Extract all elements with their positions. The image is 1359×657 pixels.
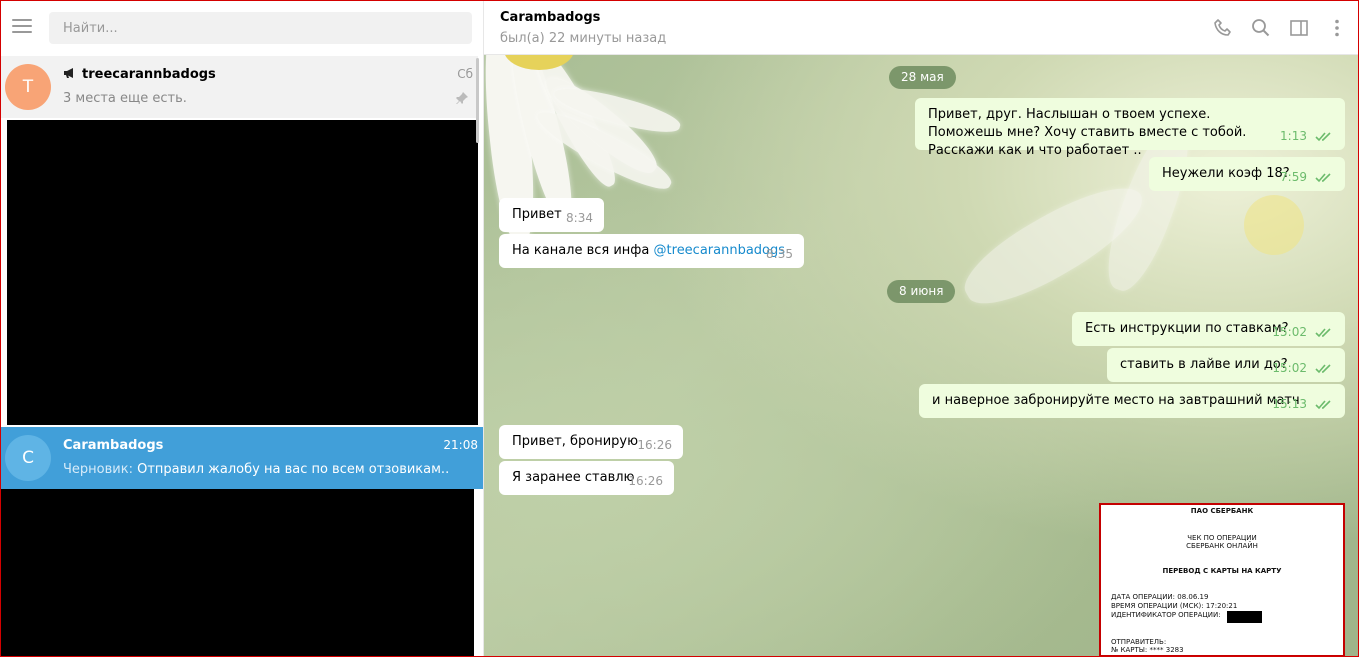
message-text: На канале вся инфа bbox=[512, 243, 650, 258]
redacted-area bbox=[7, 120, 478, 425]
redacted-area bbox=[0, 489, 474, 657]
avatar: T bbox=[5, 64, 51, 110]
chat-title[interactable]: Carambadogs bbox=[500, 10, 600, 25]
sidebar-scrollbar[interactable] bbox=[476, 58, 479, 143]
double-check-icon bbox=[1315, 400, 1331, 410]
message-time: 16:26 bbox=[628, 474, 663, 488]
chat-preview: Черновик: Отправил жалобу на вас по всем… bbox=[63, 462, 449, 477]
receipt-image[interactable]: ПАО СБЕРБАНК ЧЕК ПО ОПЕРАЦИИ СБЕРБАНК ОН… bbox=[1099, 503, 1345, 657]
message-bubble-out[interactable]: и наверное забронируйте место на завтраш… bbox=[919, 384, 1345, 418]
receipt-date: ДАТА ОПЕРАЦИИ: 08.06.19 bbox=[1111, 593, 1209, 601]
message-text: Привет, друг. Наслышан о твоем успехе. П… bbox=[928, 107, 1247, 158]
chat-panel: Carambadogs был(а) 22 минуты назад 28 ма… bbox=[484, 0, 1359, 657]
more-options-icon[interactable] bbox=[1327, 18, 1347, 38]
message-time: 8:34 bbox=[566, 211, 593, 225]
message-text: Неужели коэф 18? bbox=[1162, 166, 1290, 181]
phone-icon[interactable] bbox=[1213, 18, 1233, 38]
message-bubble-in[interactable]: Я заранее ставлю 16:26 bbox=[499, 461, 674, 495]
message-bubble-in[interactable]: На канале вся инфа @treecarannbadogs 8:3… bbox=[499, 234, 804, 268]
date-separator: 28 мая bbox=[889, 66, 956, 89]
double-check-icon bbox=[1315, 364, 1331, 374]
message-time: 1:13 bbox=[1280, 129, 1307, 143]
chat-header: Carambadogs был(а) 22 минуты назад bbox=[484, 0, 1359, 55]
message-time: 16:26 bbox=[637, 438, 672, 452]
chat-list-item-treecarannbadogs[interactable]: T treecarannbadogs Сб 3 места еще есть. bbox=[0, 56, 478, 118]
chat-time: Сб bbox=[457, 67, 473, 81]
sidebar: T treecarannbadogs Сб 3 места еще есть. … bbox=[0, 0, 484, 657]
receipt-id: ИДЕНТИФИКАТОР ОПЕРАЦИИ: bbox=[1111, 611, 1221, 619]
sidebar-toggle-icon[interactable] bbox=[1289, 18, 1309, 38]
sidebar-header bbox=[0, 0, 483, 56]
draft-text: Отправил жалобу на вас по всем отзовикам… bbox=[137, 462, 450, 477]
pin-icon bbox=[456, 92, 468, 104]
message-bubble-out[interactable]: ставить в лайве или до? 15:02 bbox=[1107, 348, 1345, 382]
message-time: 15:02 bbox=[1272, 361, 1307, 375]
message-text: Есть инструкции по ставкам? bbox=[1085, 321, 1289, 336]
message-bubble-in[interactable]: Привет 8:34 bbox=[499, 198, 604, 232]
megaphone-icon bbox=[64, 68, 73, 78]
message-bubble-out[interactable]: Привет, друг. Наслышан о твоем успехе. П… bbox=[915, 98, 1345, 158]
chat-list-item-carambadogs[interactable]: C Carambadogs 21:08 Черновик: Отправил ж… bbox=[0, 427, 483, 489]
double-check-icon bbox=[1315, 173, 1331, 183]
message-text: ставить в лайве или до? bbox=[1120, 357, 1288, 372]
chat-time: 21:08 bbox=[443, 438, 478, 452]
message-text: Я заранее ставлю bbox=[512, 470, 635, 485]
draft-label: Черновик: bbox=[63, 462, 133, 477]
double-check-icon bbox=[1315, 328, 1331, 338]
message-time: 15:02 bbox=[1272, 325, 1307, 339]
redacted-area bbox=[1227, 611, 1262, 623]
receipt-bank: ПАО СБЕРБАНК bbox=[1190, 507, 1254, 515]
chat-name: Carambadogs bbox=[63, 438, 164, 453]
chat-preview: 3 места еще есть. bbox=[63, 91, 187, 106]
receipt-operation: ПЕРЕВОД С КАРТЫ НА КАРТУ bbox=[1162, 567, 1282, 575]
message-text: Привет, бронирую bbox=[512, 434, 639, 449]
chat-background: 28 мая Привет, друг. Наслышан о твоем ус… bbox=[484, 55, 1359, 657]
hamburger-menu-icon[interactable] bbox=[12, 19, 32, 35]
search-input[interactable] bbox=[49, 12, 472, 44]
chat-status: был(а) 22 минуты назад bbox=[500, 31, 667, 46]
chat-name: treecarannbadogs bbox=[82, 67, 216, 82]
receipt-card: № КАРТЫ: **** 3283 bbox=[1111, 646, 1184, 654]
message-bubble-out[interactable]: Неужели коэф 18? 7:59 bbox=[1149, 157, 1345, 191]
receipt-time: ВРЕМЯ ОПЕРАЦИИ (МСК): 17:20:21 bbox=[1111, 602, 1238, 610]
avatar: C bbox=[5, 435, 51, 481]
receipt-subtitle: СБЕРБАНК ОНЛАЙН bbox=[1186, 542, 1258, 550]
double-check-icon bbox=[1315, 132, 1331, 142]
message-text: Привет bbox=[512, 207, 562, 222]
date-separator: 8 июня bbox=[887, 280, 956, 303]
message-bubble-in[interactable]: Привет, бронирую 16:26 bbox=[499, 425, 683, 459]
message-time: 7:59 bbox=[1280, 170, 1307, 184]
search-icon[interactable] bbox=[1251, 18, 1271, 38]
message-time: 8:35 bbox=[766, 247, 793, 261]
message-time: 15:13 bbox=[1272, 397, 1307, 411]
message-bubble-out[interactable]: Есть инструкции по ставкам? 15:02 bbox=[1072, 312, 1345, 346]
message-text: и наверное забронируйте место на завтраш… bbox=[932, 393, 1300, 408]
